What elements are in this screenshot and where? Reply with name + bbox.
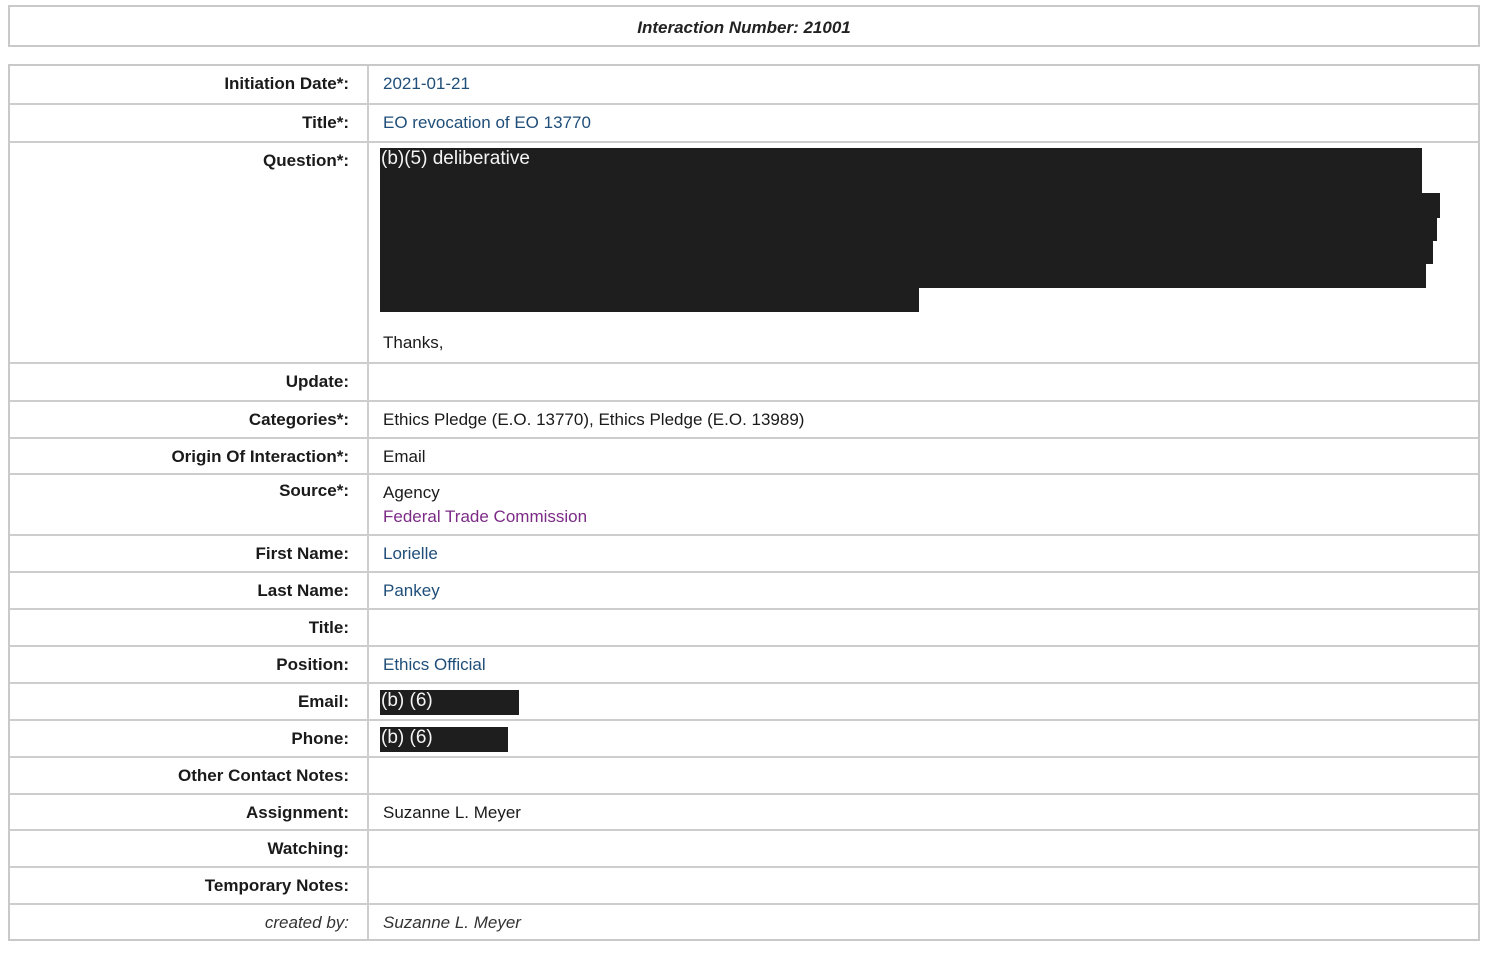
redaction-block: [380, 286, 919, 312]
question-label: Question*:: [263, 151, 349, 170]
source-agency-link[interactable]: Federal Trade Commission: [383, 505, 1478, 529]
row-update: Update:: [10, 362, 1478, 400]
redaction-block: [380, 262, 1426, 288]
temporary-notes-label: Temporary Notes:: [204, 876, 349, 895]
row-initiation-date: Initiation Date*: 2021-01-21: [10, 66, 1478, 103]
row-temporary-notes: Temporary Notes:: [10, 866, 1478, 903]
question-value: (b)(5) deliberative Thanks,: [367, 143, 1478, 362]
title-value: EO revocation of EO 13770: [367, 105, 1478, 141]
position-label: Position:: [276, 655, 349, 674]
phone-label: Phone:: [291, 729, 349, 748]
title-label: Title*:: [302, 113, 349, 132]
row-categories: Categories*: Ethics Pledge (E.O. 13770),…: [10, 400, 1478, 437]
source-label: Source*:: [279, 481, 349, 500]
initiation-date-label: Initiation Date*:: [224, 74, 349, 93]
assignment-label: Assignment:: [246, 803, 349, 822]
source-type: Agency: [383, 483, 440, 502]
row-other-contact-notes: Other Contact Notes:: [10, 756, 1478, 793]
initiation-date-value: 2021-01-21: [367, 66, 1478, 103]
row-assignment: Assignment: Suzanne L. Meyer: [10, 793, 1478, 829]
row-position: Position: Ethics Official: [10, 645, 1478, 682]
row-watching: Watching:: [10, 829, 1478, 866]
other-contact-notes-label: Other Contact Notes:: [178, 766, 349, 785]
watching-label: Watching:: [267, 839, 349, 858]
first-name-label: First Name:: [255, 544, 349, 563]
interaction-number-title: Interaction Number: 21001: [637, 18, 851, 37]
phone-redaction-label: (b) (6): [381, 727, 433, 748]
row-created-by: created by: Suzanne L. Meyer: [10, 903, 1478, 939]
phone-value: (b) (6): [367, 721, 1478, 756]
contact-title-value: [367, 610, 1478, 645]
position-value: Ethics Official: [367, 647, 1478, 682]
row-phone: Phone: (b) (6): [10, 719, 1478, 756]
first-name-value: Lorielle: [367, 536, 1478, 571]
row-source: Source*: Agency Federal Trade Commission: [10, 473, 1478, 534]
row-last-name: Last Name: Pankey: [10, 571, 1478, 608]
categories-label: Categories*:: [248, 410, 349, 429]
row-title: Title*: EO revocation of EO 13770: [10, 103, 1478, 141]
assignment-value: Suzanne L. Meyer: [367, 795, 1478, 829]
last-name-label: Last Name:: [257, 581, 349, 600]
interaction-header: Interaction Number: 21001: [8, 5, 1480, 47]
row-question: Question*: (b)(5) deliberative Thanks,: [10, 141, 1478, 362]
other-contact-notes-value: [367, 758, 1478, 793]
redaction-block: [380, 216, 1437, 241]
row-email: Email: (b) (6): [10, 682, 1478, 719]
update-value: [367, 364, 1478, 400]
row-origin: Origin Of Interaction*: Email: [10, 437, 1478, 473]
temporary-notes-value: [367, 868, 1478, 903]
redaction-block: [380, 193, 1440, 218]
email-label: Email:: [297, 692, 349, 711]
row-contact-title: Title:: [10, 608, 1478, 645]
email-redaction-label: (b) (6): [381, 690, 433, 711]
row-first-name: First Name: Lorielle: [10, 534, 1478, 571]
watching-value: [367, 831, 1478, 866]
question-closing-text: Thanks,: [383, 333, 444, 352]
contact-title-label: Title:: [308, 618, 349, 637]
created-by-label: created by:: [264, 913, 349, 932]
source-value: Agency Federal Trade Commission: [367, 475, 1478, 534]
email-value: (b) (6): [367, 684, 1478, 719]
question-redaction-label: (b)(5) deliberative: [381, 148, 530, 169]
redaction-block: [380, 148, 1422, 196]
created-by-value: Suzanne L. Meyer: [367, 905, 1478, 939]
origin-value: Email: [367, 439, 1478, 473]
origin-label: Origin Of Interaction*:: [171, 447, 349, 466]
update-label: Update:: [285, 372, 349, 391]
interaction-details-table: Initiation Date*: 2021-01-21 Title*: EO …: [8, 64, 1480, 941]
last-name-value: Pankey: [367, 573, 1478, 608]
redaction-block: [380, 239, 1433, 264]
categories-value: Ethics Pledge (E.O. 13770), Ethics Pledg…: [367, 402, 1478, 437]
